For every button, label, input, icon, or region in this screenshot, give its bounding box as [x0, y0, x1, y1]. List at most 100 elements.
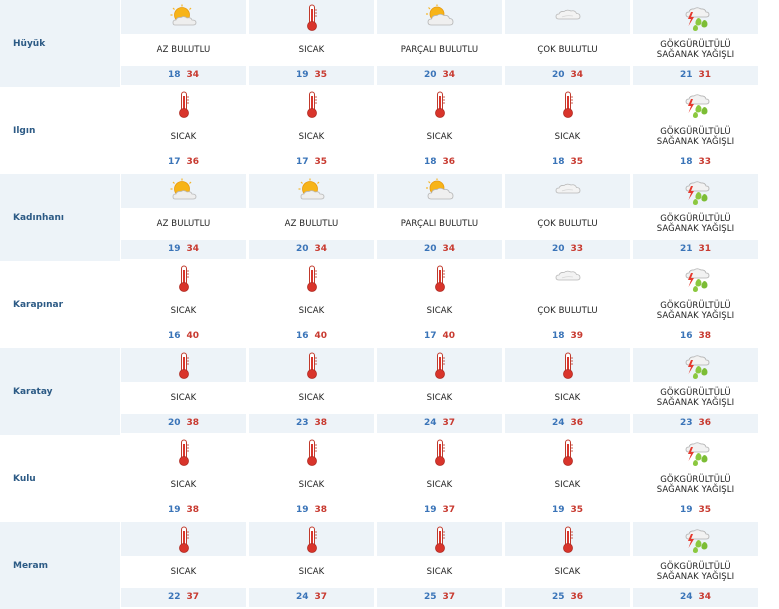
thermometer-icon [432, 265, 448, 297]
temperature-range: 20 34 [505, 70, 630, 80]
icon-area [377, 348, 502, 382]
description-area: SICAK [505, 556, 630, 588]
min-temperature: 19 [551, 505, 565, 515]
icon-area [505, 435, 630, 469]
description-area: SICAK [505, 469, 630, 501]
weather-description-text: SICAK [170, 132, 197, 142]
city-row: Ilgın SICAK 17 36 SICAK 17 35 SICAK 18 36 SICA… [0, 87, 779, 174]
forecast-cell: GÖKGÜRÜLTÜLÜ SAĞANAK YAĞIŞLI 19 35 [633, 435, 758, 522]
thunderstorm-icon [681, 91, 711, 123]
temperature-range: 18 39 [505, 331, 630, 341]
forecast-cell: GÖKGÜRÜLTÜLÜ SAĞANAK YAĞIŞLI 23 36 [633, 348, 758, 435]
min-temperature: 24 [423, 418, 437, 428]
forecast-cell: GÖKGÜRÜLTÜLÜ SAĞANAK YAĞIŞLI 24 34 [633, 522, 758, 609]
city-name[interactable]: Meram [0, 522, 120, 609]
temperature-area: 25 36 [505, 588, 630, 607]
city-name[interactable]: Hüyük [0, 0, 120, 87]
description-area: SICAK [505, 121, 630, 153]
temperature-area: 16 40 [121, 327, 246, 346]
description-area: SICAK [121, 382, 246, 414]
description-area: SICAK [121, 469, 246, 501]
min-temperature: 20 [551, 70, 565, 80]
icon-area [505, 261, 630, 295]
city-name[interactable]: Kadınhanı [0, 174, 120, 261]
forecast-cell: SICAK 19 35 [249, 0, 374, 87]
description-area: GÖKGÜRÜLTÜLÜ SAĞANAK YAĞIŞLI [633, 382, 758, 414]
max-temperature: 31 [698, 70, 712, 80]
icon-area [249, 174, 374, 208]
icon-area [505, 174, 630, 208]
temperature-range: 19 35 [633, 505, 758, 515]
icon-area [505, 348, 630, 382]
min-temperature: 20 [551, 244, 565, 254]
min-temperature: 19 [295, 505, 309, 515]
min-temperature: 24 [295, 592, 309, 602]
thermometer-icon [304, 352, 320, 384]
icon-area [249, 435, 374, 469]
forecast-cell: SICAK 24 36 [505, 348, 630, 435]
icon-area [505, 87, 630, 121]
temperature-area: 20 34 [377, 240, 502, 259]
weather-description-text: GÖKGÜRÜLTÜLÜ SAĞANAK YAĞIŞLI [656, 475, 735, 495]
weather-description-text: SICAK [554, 567, 581, 577]
icon-area [633, 261, 758, 295]
forecast-cell: GÖKGÜRÜLTÜLÜ SAĞANAK YAĞIŞLI 16 38 [633, 261, 758, 348]
description-area: GÖKGÜRÜLTÜLÜ SAĞANAK YAĞIŞLI [633, 469, 758, 501]
thunderstorm-icon [681, 178, 711, 210]
weather-description-text: GÖKGÜRÜLTÜLÜ SAĞANAK YAĞIŞLI [656, 40, 735, 60]
icon-area [377, 261, 502, 295]
max-temperature: 38 [314, 418, 328, 428]
description-area: GÖKGÜRÜLTÜLÜ SAĞANAK YAĞIŞLI [633, 556, 758, 588]
description-area: SICAK [249, 382, 374, 414]
min-temperature: 25 [551, 592, 565, 602]
weather-description: SICAK [505, 556, 630, 588]
city-row: Kadınhanı AZ BULUTLU 19 34 AZ BULUTLU 20 34 … [0, 174, 779, 261]
city-name[interactable]: Kulu [0, 435, 120, 522]
description-area: AZ BULUTLU [121, 34, 246, 66]
temperature-area: 19 37 [377, 501, 502, 520]
temperature-range: 17 36 [121, 157, 246, 167]
weather-description-text: GÖKGÜRÜLTÜLÜ SAĞANAK YAĞIŞLI [656, 214, 735, 234]
weather-description: ÇOK BULUTLU [505, 295, 630, 327]
weather-description-text: GÖKGÜRÜLTÜLÜ SAĞANAK YAĞIŞLI [656, 127, 735, 147]
min-temperature: 22 [167, 592, 181, 602]
weather-description-text: PARÇALI BULUTLU [400, 219, 479, 229]
description-area: GÖKGÜRÜLTÜLÜ SAĞANAK YAĞIŞLI [633, 121, 758, 153]
temperature-area: 24 34 [633, 588, 758, 607]
min-temperature: 19 [167, 244, 181, 254]
weather-description-text: GÖKGÜRÜLTÜLÜ SAĞANAK YAĞIŞLI [656, 301, 735, 321]
temperature-range: 20 34 [377, 244, 502, 254]
min-temperature: 16 [295, 331, 309, 341]
cloud-icon [553, 265, 583, 289]
city-name[interactable]: Karatay [0, 348, 120, 435]
temperature-range: 19 38 [121, 505, 246, 515]
weather-description: GÖKGÜRÜLTÜLÜ SAĞANAK YAĞIŞLI [633, 469, 758, 501]
weather-description: SICAK [249, 34, 374, 66]
description-area: AZ BULUTLU [249, 208, 374, 240]
min-temperature: 20 [423, 244, 437, 254]
weather-description: GÖKGÜRÜLTÜLÜ SAĞANAK YAĞIŞLI [633, 208, 758, 240]
min-temperature: 23 [295, 418, 309, 428]
forecast-cell: SICAK 24 37 [249, 522, 374, 609]
temperature-area: 24 37 [249, 588, 374, 607]
max-temperature: 33 [570, 244, 584, 254]
weather-description: PARÇALI BULUTLU [377, 208, 502, 240]
min-temperature: 18 [423, 157, 437, 167]
weather-description: SICAK [377, 382, 502, 414]
city-name[interactable]: Ilgın [0, 87, 120, 174]
max-temperature: 34 [314, 244, 328, 254]
description-area: SICAK [505, 382, 630, 414]
min-temperature: 16 [679, 331, 693, 341]
thermometer-icon [304, 4, 320, 36]
city-name[interactable]: Karapınar [0, 261, 120, 348]
icon-area [633, 87, 758, 121]
description-area: GÖKGÜRÜLTÜLÜ SAĞANAK YAĞIŞLI [633, 295, 758, 327]
weather-description: SICAK [121, 556, 246, 588]
thermometer-icon [304, 265, 320, 297]
icon-area [633, 348, 758, 382]
icon-area [633, 435, 758, 469]
forecast-cell: GÖKGÜRÜLTÜLÜ SAĞANAK YAĞIŞLI 21 31 [633, 0, 758, 87]
forecast-cell: SICAK 16 40 [121, 261, 246, 348]
temperature-range: 17 40 [377, 331, 502, 341]
temperature-range: 22 37 [121, 592, 246, 602]
